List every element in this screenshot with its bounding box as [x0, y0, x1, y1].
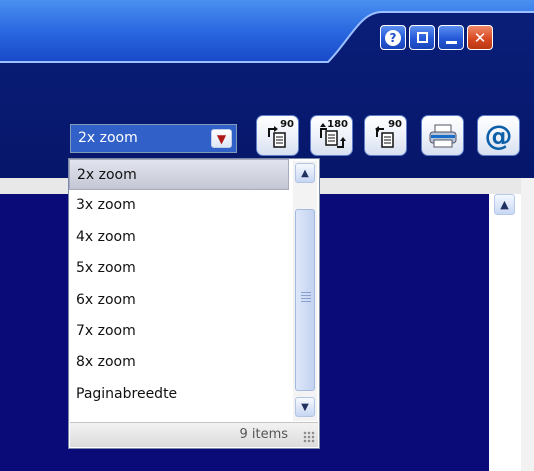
rotate-right-90-button[interactable]: 90 — [256, 115, 299, 156]
zoom-option-4x[interactable]: 4x zoom — [69, 222, 289, 253]
rotate-180-label: 180 — [327, 119, 348, 130]
window-edge — [521, 178, 534, 471]
rotate-right-90-label: 90 — [280, 119, 294, 130]
grip-icon — [301, 292, 311, 304]
item-count: 9 items — [239, 427, 288, 442]
zoom-dropdown-list[interactable]: 2x zoom 3x zoom 4x zoom 5x zoom 6x zoom … — [68, 158, 320, 449]
zoom-option-3x[interactable]: 3x zoom — [69, 190, 289, 221]
minimize-icon — [445, 40, 457, 44]
zoom-option-6x[interactable]: 6x zoom — [69, 285, 289, 316]
rotate-left-90-label: 90 — [388, 119, 402, 130]
printer-icon — [429, 124, 456, 147]
zoom-option-5x[interactable]: 5x zoom — [69, 253, 289, 284]
chevron-up-icon: ▲ — [301, 167, 309, 179]
chevron-down-icon[interactable]: ▼ — [211, 129, 232, 148]
chevron-down-icon: ▼ — [301, 401, 309, 413]
help-icon: ? — [385, 29, 401, 46]
restore-button[interactable] — [409, 25, 435, 50]
list-scroll-up-button[interactable]: ▲ — [295, 163, 315, 183]
zoom-select-value: 2x zoom — [78, 130, 138, 146]
document-scroll-up-button[interactable]: ▲ — [494, 194, 515, 215]
list-scrollbar[interactable]: ▲ ▼ — [293, 161, 317, 421]
zoom-option-page-width[interactable]: Paginabreedte — [69, 379, 289, 410]
close-icon: ✕ — [473, 28, 487, 47]
zoom-option-2x[interactable]: 2x zoom — [69, 159, 289, 191]
print-button[interactable] — [421, 115, 464, 156]
resize-grip-icon[interactable] — [303, 431, 315, 443]
list-scroll-down-button[interactable]: ▼ — [295, 397, 315, 417]
help-button[interactable]: ? — [380, 25, 406, 50]
chevron-up-icon: ▲ — [500, 198, 509, 211]
zoom-option-7x[interactable]: 7x zoom — [69, 316, 289, 347]
email-button[interactable]: @ — [477, 115, 520, 156]
top-toolbar-area: ? ✕ 2x zoom ▼ 90 180 90 @ — [0, 0, 534, 178]
zoom-select[interactable]: 2x zoom ▼ — [70, 124, 237, 153]
close-button[interactable]: ✕ — [467, 25, 493, 50]
zoom-option-8x[interactable]: 8x zoom — [69, 347, 289, 378]
minimize-button[interactable] — [438, 25, 464, 50]
document-scrollbar[interactable] — [489, 194, 521, 471]
restore-icon — [416, 32, 428, 43]
list-footer: 9 items — [70, 422, 318, 447]
email-icon: @ — [484, 119, 513, 152]
list-scroll-thumb[interactable] — [295, 209, 315, 391]
rotate-left-90-button[interactable]: 90 — [364, 115, 407, 156]
rotate-180-button[interactable]: 180 — [310, 115, 353, 156]
zoom-options: 2x zoom 3x zoom 4x zoom 5x zoom 6x zoom … — [69, 159, 289, 410]
